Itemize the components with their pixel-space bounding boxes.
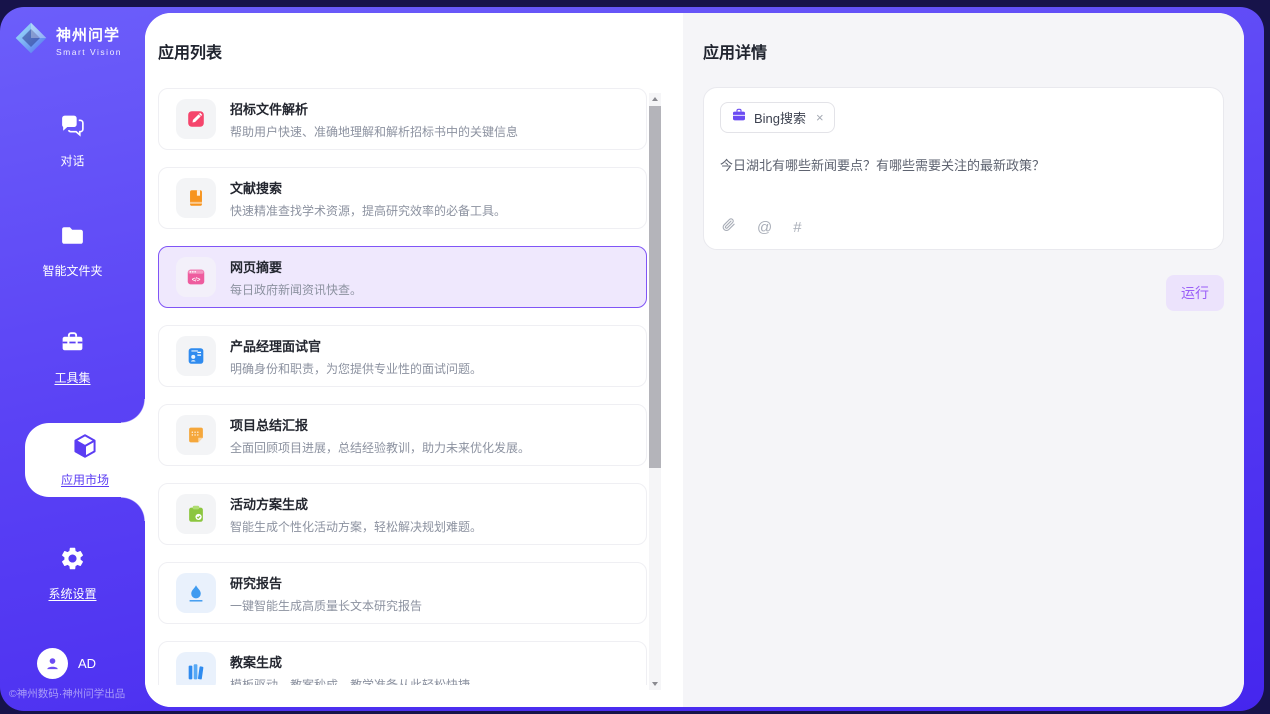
app-window: 神州问学 Smart Vision 对话 智能文件夹: [0, 7, 1264, 711]
app-detail-panel: 应用详情 Bing搜索 × 今日湖北有哪些新闻要点？有哪些需要关注的最新政策？: [683, 13, 1244, 707]
app-list-title: 应用列表: [158, 39, 683, 63]
app-list: 招标文件解析 帮助用户快速、准确地理解和解析招标书中的关键信息 文献搜索: [158, 88, 683, 685]
app-item-desc: 全面回顾项目进展，总结经验教训，助力未来优化发展。: [230, 439, 530, 456]
app-item-title: 项目总结汇报: [230, 415, 530, 434]
brand-logo: 神州问学 Smart Vision: [13, 20, 122, 61]
scrollbar-thumb[interactable]: [649, 106, 661, 468]
avatar: [37, 648, 68, 679]
run-button[interactable]: 运行: [1166, 275, 1224, 311]
toolbox-icon: [59, 329, 86, 361]
browser-code-icon: </>: [176, 257, 216, 297]
app-item-pm-interviewer[interactable]: 产品经理面试官 明确身份和职责，为您提供专业性的面试问题。: [158, 325, 647, 387]
sidebar-item-label: 对话: [60, 152, 84, 169]
app-list-panel: 应用列表 招标文件解析 帮助用户快速、准确地理解和解析招标书中的关键信息: [145, 13, 683, 707]
list-scrollbar[interactable]: [649, 93, 661, 690]
brand-subtitle: Smart Vision: [56, 47, 122, 57]
app-item-title: 招标文件解析: [230, 99, 518, 118]
app-item-desc: 一键智能生成高质量长文本研究报告: [230, 597, 422, 614]
sidebar-item-chat[interactable]: 对话: [0, 112, 145, 169]
app-item-desc: 帮助用户快速、准确地理解和解析招标书中的关键信息: [230, 123, 518, 140]
tool-chip-label: Bing搜索: [754, 108, 806, 127]
app-item-research-report[interactable]: 研究报告 一键智能生成高质量长文本研究报告: [158, 562, 647, 624]
brand-name: 神州问学: [56, 24, 122, 45]
sidebar-item-toolset[interactable]: 工具集: [0, 329, 145, 386]
app-item-title: 教案生成: [230, 652, 470, 671]
scroll-up-arrow-icon[interactable]: [649, 93, 661, 105]
attach-toolbar: @ #: [721, 217, 802, 237]
at-mention-icon[interactable]: @: [757, 219, 772, 236]
gear-icon: [59, 545, 86, 577]
sidebar-item-label: 系统设置: [48, 585, 96, 602]
folder-icon: [59, 222, 86, 254]
app-item-desc: 每日政府新闻资讯快查。: [230, 281, 362, 298]
note-icon: [176, 415, 216, 455]
app-item-event-plan[interactable]: 活动方案生成 智能生成个性化活动方案，轻松解决规划难题。: [158, 483, 647, 545]
app-item-desc: 智能生成个性化活动方案，轻松解决规划难题。: [230, 518, 482, 535]
user-initials: AD: [78, 656, 96, 671]
copyright-text: ©神州数码·神州问学出品: [9, 686, 125, 701]
app-item-title: 文献搜索: [230, 178, 506, 197]
svg-text:</>: </>: [192, 277, 201, 283]
user-account[interactable]: AD: [37, 648, 96, 679]
app-item-title: 研究报告: [230, 573, 422, 592]
sidebar-item-smart-folder[interactable]: 智能文件夹: [0, 222, 145, 279]
prompt-card: Bing搜索 × 今日湖北有哪些新闻要点？有哪些需要关注的最新政策？ @ #: [703, 87, 1224, 250]
app-item-title: 活动方案生成: [230, 494, 482, 513]
app-item-lesson-plan[interactable]: 教案生成 模板驱动，教案秒成，教学准备从此轻松快捷: [158, 641, 647, 685]
hashtag-icon[interactable]: #: [793, 219, 801, 236]
interviewer-icon: [176, 336, 216, 376]
sidebar-item-app-market[interactable]: 应用市场: [25, 423, 145, 497]
app-item-desc: 模板驱动，教案秒成，教学准备从此轻松快捷: [230, 676, 470, 686]
briefcase-icon: [731, 107, 747, 128]
tool-chip-bing-search[interactable]: Bing搜索 ×: [720, 102, 835, 133]
app-item-title: 网页摘要: [230, 257, 362, 276]
app-item-web-summary[interactable]: </> 网页摘要 每日政府新闻资讯快查。: [158, 246, 647, 308]
sidebar-item-label: 应用市场: [61, 471, 109, 488]
sidebar-item-label: 智能文件夹: [42, 262, 102, 279]
app-detail-title: 应用详情: [703, 39, 1224, 63]
sidebar: 神州问学 Smart Vision 对话 智能文件夹: [0, 7, 145, 711]
query-input[interactable]: 今日湖北有哪些新闻要点？有哪些需要关注的最新政策？: [720, 155, 1207, 174]
sidebar-item-settings[interactable]: 系统设置: [0, 545, 145, 602]
app-item-desc: 快速精准查找学术资源，提高研究效率的必备工具。: [230, 202, 506, 219]
app-item-desc: 明确身份和职责，为您提供专业性的面试问题。: [230, 360, 482, 377]
cube-icon: [71, 432, 99, 465]
close-icon[interactable]: ×: [816, 110, 824, 125]
scroll-down-arrow-icon[interactable]: [649, 678, 661, 690]
paperclip-icon[interactable]: [721, 217, 736, 237]
book-icon: [176, 178, 216, 218]
books-icon: [176, 652, 216, 685]
app-item-title: 产品经理面试官: [230, 336, 482, 355]
diamond-logo-icon: [13, 20, 49, 61]
ink-icon: [176, 573, 216, 613]
sidebar-item-label: 工具集: [54, 369, 90, 386]
clipboard-check-icon: [176, 494, 216, 534]
app-item-bid-doc-analysis[interactable]: 招标文件解析 帮助用户快速、准确地理解和解析招标书中的关键信息: [158, 88, 647, 150]
app-item-project-summary[interactable]: 项目总结汇报 全面回顾项目进展，总结经验教训，助力未来优化发展。: [158, 404, 647, 466]
doc-edit-icon: [176, 99, 216, 139]
app-item-literature-search[interactable]: 文献搜索 快速精准查找学术资源，提高研究效率的必备工具。: [158, 167, 647, 229]
content-area: 应用列表 招标文件解析 帮助用户快速、准确地理解和解析招标书中的关键信息: [145, 13, 1244, 707]
chat-icon: [59, 112, 86, 144]
